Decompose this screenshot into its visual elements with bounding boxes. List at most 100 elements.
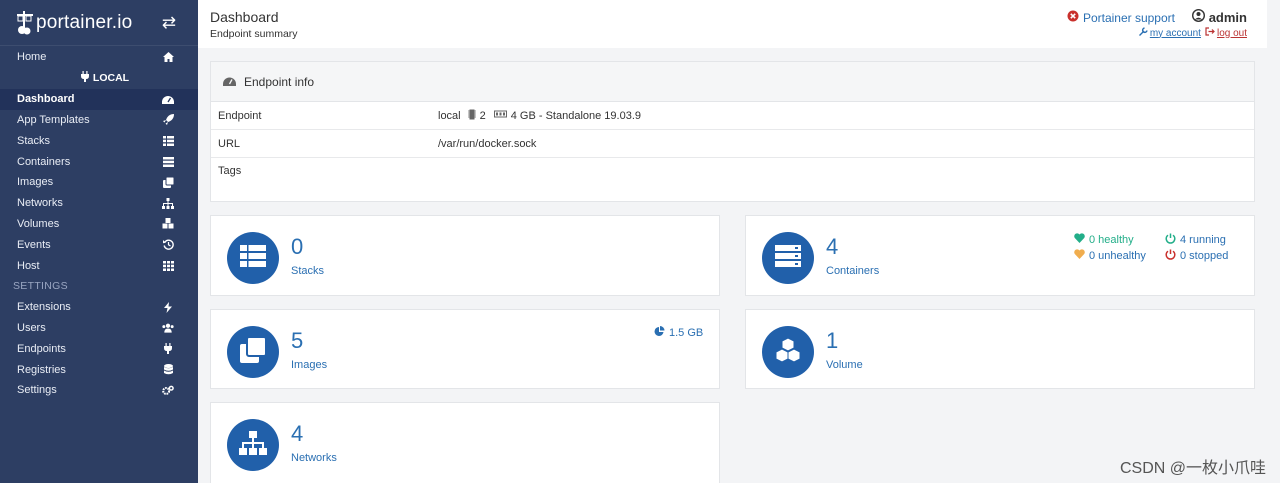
sidebar-item-extensions[interactable]: Extensions	[0, 297, 198, 318]
endpoint-row-label: Endpoint	[218, 109, 262, 122]
url-row-label: URL	[218, 137, 241, 150]
containers-stopped: 0 stopped	[1165, 249, 1228, 263]
th-icon	[162, 260, 174, 272]
sidebar-section-settings: SETTINGS	[13, 280, 68, 293]
running-label: 4 running	[1180, 234, 1226, 246]
plug-icon	[162, 343, 174, 355]
sidebar-item-events[interactable]: Events	[0, 234, 198, 255]
endpoint-info-panel: Endpoint info Endpoint local 2 4 GB - St…	[210, 61, 1255, 202]
endpoint-row-value: local 2 4 GB - Standalone 19.03.9	[438, 109, 641, 123]
sidebar-item-label: Containers	[17, 155, 71, 168]
containers-unhealthy: 0 unhealthy	[1074, 249, 1146, 262]
sidebar-item-label: Home	[17, 51, 47, 64]
user-circle-icon	[1191, 8, 1205, 25]
wrench-icon	[1138, 27, 1148, 39]
endpoint-switch-icon[interactable]: ⇄	[162, 13, 176, 33]
home-icon	[162, 51, 174, 63]
containers-count: 4	[826, 234, 839, 259]
sidebar-item-registries[interactable]: Registries	[0, 359, 198, 380]
volumes-tile-icon-circle	[762, 326, 814, 378]
images-tile-icon-circle	[227, 326, 279, 378]
url-row-value: /var/run/docker.sock	[438, 137, 537, 150]
url-row: URL /var/run/docker.sock	[211, 130, 1254, 158]
stacks-label: Stacks	[291, 265, 325, 277]
user-links: my account log out	[1138, 27, 1247, 39]
support-label: Portainer support	[1082, 10, 1175, 25]
power-off-icon	[1165, 233, 1176, 247]
sidebar-item-label: Users	[17, 321, 46, 334]
volumes-tile[interactable]: 1 Volume	[745, 309, 1255, 389]
cogs-icon	[162, 384, 174, 396]
clone-icon	[240, 335, 267, 368]
my-account-link[interactable]: my account	[1138, 27, 1201, 39]
tags-row-label: Tags	[218, 165, 242, 177]
sidebar-item-label: Events	[17, 238, 51, 251]
networks-tile-icon-circle	[227, 419, 279, 471]
sidebar-item-images[interactable]: Images	[0, 172, 198, 193]
sign-out-icon	[1205, 27, 1215, 39]
sidebar-item-endpoints[interactable]: Endpoints	[0, 338, 198, 359]
stacks-tile-icon-circle	[227, 232, 279, 284]
images-count: 5	[291, 328, 304, 353]
images-tile[interactable]: 5 Images 1.5 GB	[210, 309, 720, 389]
brand-header: portainer.io ⇄	[0, 0, 198, 46]
stacks-count: 0	[291, 234, 304, 259]
bolt-icon	[162, 301, 174, 313]
containers-healthy: 0 healthy	[1074, 233, 1134, 246]
portainer-support-link[interactable]: Portainer support	[1067, 10, 1175, 25]
pie-chart-icon	[654, 326, 665, 340]
cubes-icon	[775, 336, 801, 367]
sidebar-item-app-templates[interactable]: App Templates	[0, 110, 198, 131]
sidebar-item-settings[interactable]: Settings	[0, 380, 198, 401]
sidebar-item-volumes[interactable]: Volumes	[0, 214, 198, 235]
sitemap-icon	[162, 197, 174, 209]
sidebar-item-stacks[interactable]: Stacks	[0, 130, 198, 151]
sidebar-item-label: Endpoints	[17, 342, 66, 355]
endpoint-row: Endpoint local 2 4 GB - Standalone 19.03…	[211, 102, 1254, 130]
sitemap-icon	[239, 430, 267, 460]
sidebar-item-networks[interactable]: Networks	[0, 193, 198, 214]
users-icon	[162, 322, 174, 334]
endpoint-info-title: Endpoint info	[244, 74, 315, 89]
networks-tile[interactable]: 4 Networks	[210, 402, 720, 483]
networks-count: 4	[291, 421, 304, 446]
sidebar-item-containers[interactable]: Containers	[0, 151, 198, 172]
heartbeat-icon	[1074, 249, 1085, 262]
sidebar-item-label: Volumes	[17, 217, 60, 230]
images-size-label: 1.5 GB	[669, 327, 704, 339]
networks-label: Networks	[291, 452, 337, 464]
user-name-label: admin	[1208, 9, 1247, 25]
portainer-logo[interactable]: portainer.io	[16, 10, 132, 36]
tags-row: Tags	[211, 158, 1254, 200]
endpoint-local-label: LOCAL	[0, 68, 198, 89]
images-size: 1.5 GB	[654, 326, 703, 340]
my-account-label: my account	[1149, 27, 1201, 39]
containers-running: 4 running	[1165, 233, 1226, 247]
sidebar-item-label: Settings	[17, 384, 57, 397]
memory-info: 4 GB - Standalone 19.03.9	[510, 109, 642, 122]
user-name: admin	[1191, 8, 1247, 25]
containers-tile[interactable]: 4 Containers 0 healthy 0 unhealthy 4 run…	[745, 215, 1255, 296]
containers-label: Containers	[826, 265, 880, 277]
tachometer-icon	[223, 75, 236, 89]
sidebar-item-label: Registries	[17, 363, 66, 376]
sidebar-item-host[interactable]: Host	[0, 255, 198, 276]
page-header: Dashboard Endpoint summary Portainer sup…	[198, 0, 1267, 48]
sidebar-item-label: Extensions	[17, 301, 71, 314]
sidebar-item-home[interactable]: Home	[0, 47, 198, 68]
sidebar-item-users[interactable]: Users	[0, 318, 198, 339]
rocket-icon	[162, 114, 174, 126]
history-icon	[162, 239, 174, 251]
sidebar-item-dashboard[interactable]: Dashboard	[0, 88, 198, 110]
log-out-link[interactable]: log out	[1205, 27, 1247, 39]
sidebar: portainer.io ⇄ Home LOCAL Dashboard App …	[0, 0, 198, 483]
healthy-label: 0 healthy	[1089, 233, 1134, 246]
endpoint-local-name: LOCAL	[92, 72, 130, 85]
page-title: Dashboard	[210, 9, 279, 25]
tachometer-icon	[162, 93, 174, 105]
stacks-tile[interactable]: 0 Stacks	[210, 215, 720, 296]
th-list-icon	[240, 244, 266, 272]
sidebar-item-label: Stacks	[17, 134, 51, 147]
brand-name: portainer.io	[36, 11, 133, 33]
volumes-count: 1	[826, 328, 839, 353]
